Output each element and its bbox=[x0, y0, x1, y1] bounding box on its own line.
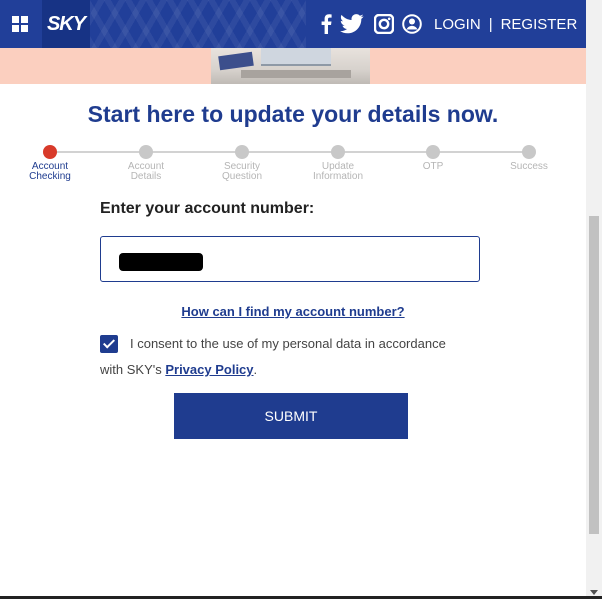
step-label: Account Details bbox=[127, 161, 165, 182]
hero-image bbox=[211, 48, 370, 84]
account-number-input[interactable] bbox=[100, 236, 480, 282]
account-number-label: Enter your account number: bbox=[100, 200, 315, 217]
instagram-icon[interactable] bbox=[374, 14, 394, 34]
step-label: Update Information bbox=[312, 161, 364, 182]
step-dot bbox=[331, 145, 345, 159]
step-update-information: Update Information bbox=[293, 144, 383, 182]
step-dot bbox=[43, 145, 57, 159]
consent-text-line2: with SKY's Privacy Policy. bbox=[100, 362, 258, 377]
find-account-number-link[interactable]: How can I find my account number? bbox=[0, 304, 586, 319]
progress-stepper: Account Checking Account Details Security Q… bbox=[0, 144, 586, 188]
step-account-details: Account Details bbox=[101, 144, 191, 182]
hero-banner bbox=[0, 48, 586, 84]
step-dot bbox=[522, 145, 536, 159]
nav-pattern bbox=[90, 0, 306, 48]
step-dot bbox=[235, 145, 249, 159]
facebook-icon[interactable] bbox=[320, 14, 332, 34]
step-dot bbox=[139, 145, 153, 159]
social-and-account-links: LOGIN | REGISTER bbox=[306, 0, 586, 48]
step-label: Security Question bbox=[221, 161, 263, 182]
grid-icon[interactable] bbox=[0, 0, 40, 48]
consent-text: I consent to the use of my personal data… bbox=[130, 336, 446, 351]
logo-text: SKY bbox=[46, 12, 86, 35]
page-title: Start here to update your details now. bbox=[87, 101, 499, 127]
step-account-checking: Account Checking bbox=[5, 144, 95, 182]
step-label: OTP bbox=[422, 161, 444, 172]
sky-logo[interactable]: SKY bbox=[42, 0, 90, 48]
submit-button[interactable]: SUBMIT bbox=[174, 393, 408, 439]
scroll-down-icon[interactable] bbox=[590, 590, 598, 595]
twitter-icon[interactable] bbox=[340, 14, 364, 34]
register-link[interactable]: REGISTER bbox=[501, 16, 578, 33]
privacy-policy-link[interactable]: Privacy Policy bbox=[165, 362, 253, 377]
top-nav-bar: SKY LOGIN | REGISTER bbox=[0, 0, 586, 48]
step-security-question: Security Question bbox=[197, 144, 287, 182]
step-label: Success bbox=[510, 161, 548, 172]
step-label: Account Checking bbox=[29, 161, 71, 182]
scrollbar-thumb[interactable] bbox=[589, 216, 599, 534]
nav-separator: | bbox=[488, 15, 493, 33]
login-link[interactable]: LOGIN bbox=[434, 16, 481, 33]
redacted-value bbox=[119, 253, 203, 271]
user-icon[interactable] bbox=[402, 14, 422, 34]
step-dot bbox=[426, 145, 440, 159]
step-success: Success bbox=[484, 144, 574, 172]
page-scrollbar[interactable] bbox=[586, 0, 602, 599]
step-otp: OTP bbox=[388, 144, 478, 172]
consent-checkbox[interactable] bbox=[100, 335, 118, 353]
